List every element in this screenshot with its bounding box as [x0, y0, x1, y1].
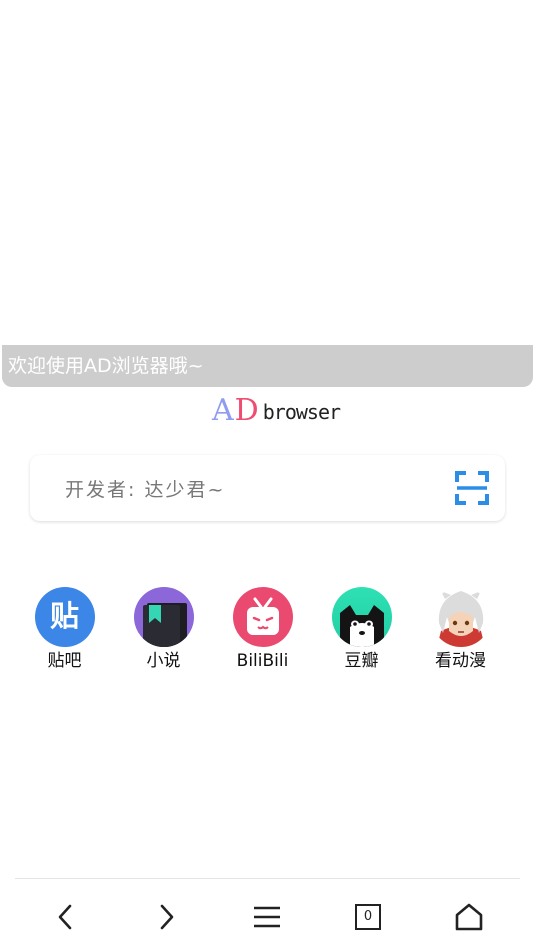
shortcut-novel[interactable]: 小说 [114, 587, 213, 673]
shortcut-label: 看动漫 [435, 651, 486, 671]
home-icon[interactable] [449, 897, 489, 937]
tieba-icon-glyph: 贴 [49, 599, 79, 633]
logo-browser-text: browser [262, 400, 341, 424]
scan-icon[interactable] [455, 471, 489, 505]
novel-icon [133, 587, 194, 647]
shortcut-label: 贴吧 [47, 651, 82, 671]
back-icon[interactable] [46, 897, 86, 937]
menu-icon[interactable] [247, 897, 287, 937]
logo-letter-d: D [234, 393, 260, 428]
app-logo: AD browser [212, 392, 341, 428]
shortcut-label: 豆瓣 [344, 651, 379, 671]
browser-home: 欢迎使用AD浏览器哦~ AD browser 开发者: 达少君~ 贴 贴吧 小说… [0, 0, 535, 951]
search-placeholder: 开发者: 达少君~ [65, 479, 226, 501]
shortcut-label: 小说 [146, 651, 181, 671]
shortcut-tieba[interactable]: 贴 贴吧 [15, 587, 114, 673]
logo-ad: AD [212, 394, 260, 428]
search-box[interactable]: 开发者: 达少君~ [30, 455, 505, 521]
shortcut-bilibili[interactable]: BiliBili [213, 587, 312, 673]
shortcut-label: BiliBili [236, 651, 289, 671]
tab-count: 0 [355, 904, 381, 930]
tabs-button[interactable]: 0 [348, 897, 388, 937]
tieba-icon: 贴 [34, 587, 95, 647]
welcome-banner: 欢迎使用AD浏览器哦~ [2, 345, 533, 387]
bilibili-icon [232, 587, 293, 647]
logo-letter-a: A [212, 393, 235, 428]
forward-icon[interactable] [146, 897, 186, 937]
shortcut-grid: 贴 贴吧 小说 BiliBili 豆瓣 看动漫 [15, 587, 520, 677]
douban-icon [331, 587, 392, 647]
anime-icon [430, 587, 491, 647]
shortcut-anime[interactable]: 看动漫 [411, 587, 510, 673]
shortcut-douban[interactable]: 豆瓣 [312, 587, 411, 673]
bottom-nav: 0 [15, 879, 520, 951]
